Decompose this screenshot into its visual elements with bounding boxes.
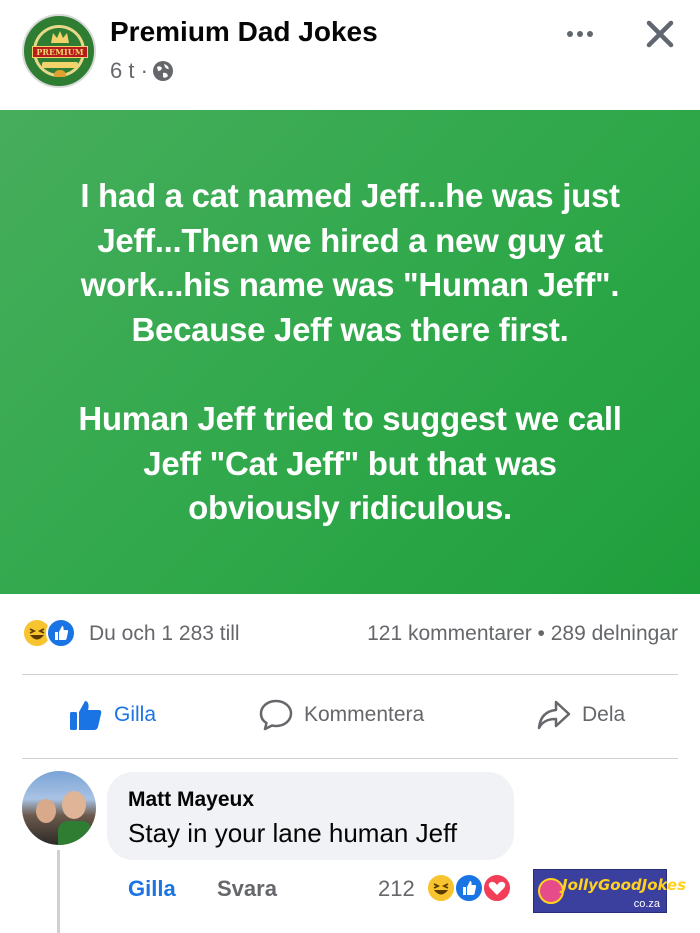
commenter-name[interactable]: Matt Mayeux <box>128 788 254 812</box>
avatar-ribbon: PREMIUM <box>32 46 88 58</box>
watermark-domain: co.za <box>633 898 660 910</box>
divider <box>22 758 678 759</box>
more-horizontal-icon <box>567 31 573 37</box>
commenter-avatar[interactable] <box>22 771 96 845</box>
post-meta: 6 t · <box>110 58 174 84</box>
post-header: PREMIUM Premium Dad Jokes 6 t · <box>0 0 700 110</box>
crown-icon <box>51 31 69 43</box>
comment-text: Stay in your lane human Jeff <box>128 818 458 848</box>
share-label: Dela <box>582 703 626 726</box>
more-options-button[interactable] <box>560 18 600 50</box>
avatar-face <box>62 791 86 819</box>
comment-bubble: Matt Mayeux Stay in your lane human Jeff <box>107 772 514 860</box>
like-button[interactable]: Gilla <box>68 698 156 732</box>
reactions-summary: Du och 1 283 till 121 kommentarer • 289 … <box>0 594 700 676</box>
globe-icon <box>152 61 173 81</box>
close-icon <box>646 20 674 48</box>
share-button[interactable]: Dela <box>536 698 625 732</box>
avatar-text: PREMIUM <box>36 47 84 57</box>
close-button[interactable] <box>640 14 680 54</box>
comments-shares-count[interactable]: 121 kommentarer • 289 delningar <box>367 622 678 646</box>
comment-button[interactable]: Kommentera <box>258 698 424 732</box>
comment-like-button[interactable]: Gilla <box>128 876 176 902</box>
mascot-icon <box>538 878 564 904</box>
comment-reply-button[interactable]: Svara <box>217 876 277 902</box>
comment-bubble-icon <box>259 699 293 731</box>
avatar-burger-graphic <box>54 70 66 77</box>
post-image[interactable]: I had a cat named Jeff...he was just Jef… <box>0 110 700 594</box>
comment-reaction-count[interactable]: 212 <box>378 876 415 902</box>
page-name-link[interactable]: Premium Dad Jokes <box>110 16 378 48</box>
share-arrow-icon <box>537 700 571 730</box>
post-actions: Gilla Kommentera Dela <box>0 676 700 759</box>
haha-icon <box>426 873 456 903</box>
more-dot <box>587 31 593 37</box>
reaction-count-text[interactable]: Du och 1 283 till <box>89 622 240 646</box>
site-watermark: JollyGoodJokes co.za <box>533 869 686 913</box>
love-icon <box>482 873 512 903</box>
avatar-subbanner <box>42 62 78 68</box>
like-icon <box>454 873 484 903</box>
more-dot <box>577 31 583 37</box>
avatar-face <box>36 799 56 823</box>
post-text: I had a cat named Jeff...he was just Jef… <box>78 177 622 527</box>
reaction-icons[interactable] <box>22 618 82 650</box>
page-avatar[interactable]: PREMIUM <box>22 14 96 88</box>
like-label: Gilla <box>114 703 157 726</box>
thumbs-up-icon <box>70 701 102 730</box>
post-time[interactable]: 6 t · <box>110 58 148 84</box>
divider <box>22 674 678 675</box>
comment-label: Kommentera <box>304 703 425 726</box>
watermark-logo: JollyGoodJokes <box>562 876 687 894</box>
like-icon <box>46 618 76 648</box>
avatar-shirt <box>58 821 92 845</box>
comment-reaction-icons[interactable] <box>426 873 518 905</box>
